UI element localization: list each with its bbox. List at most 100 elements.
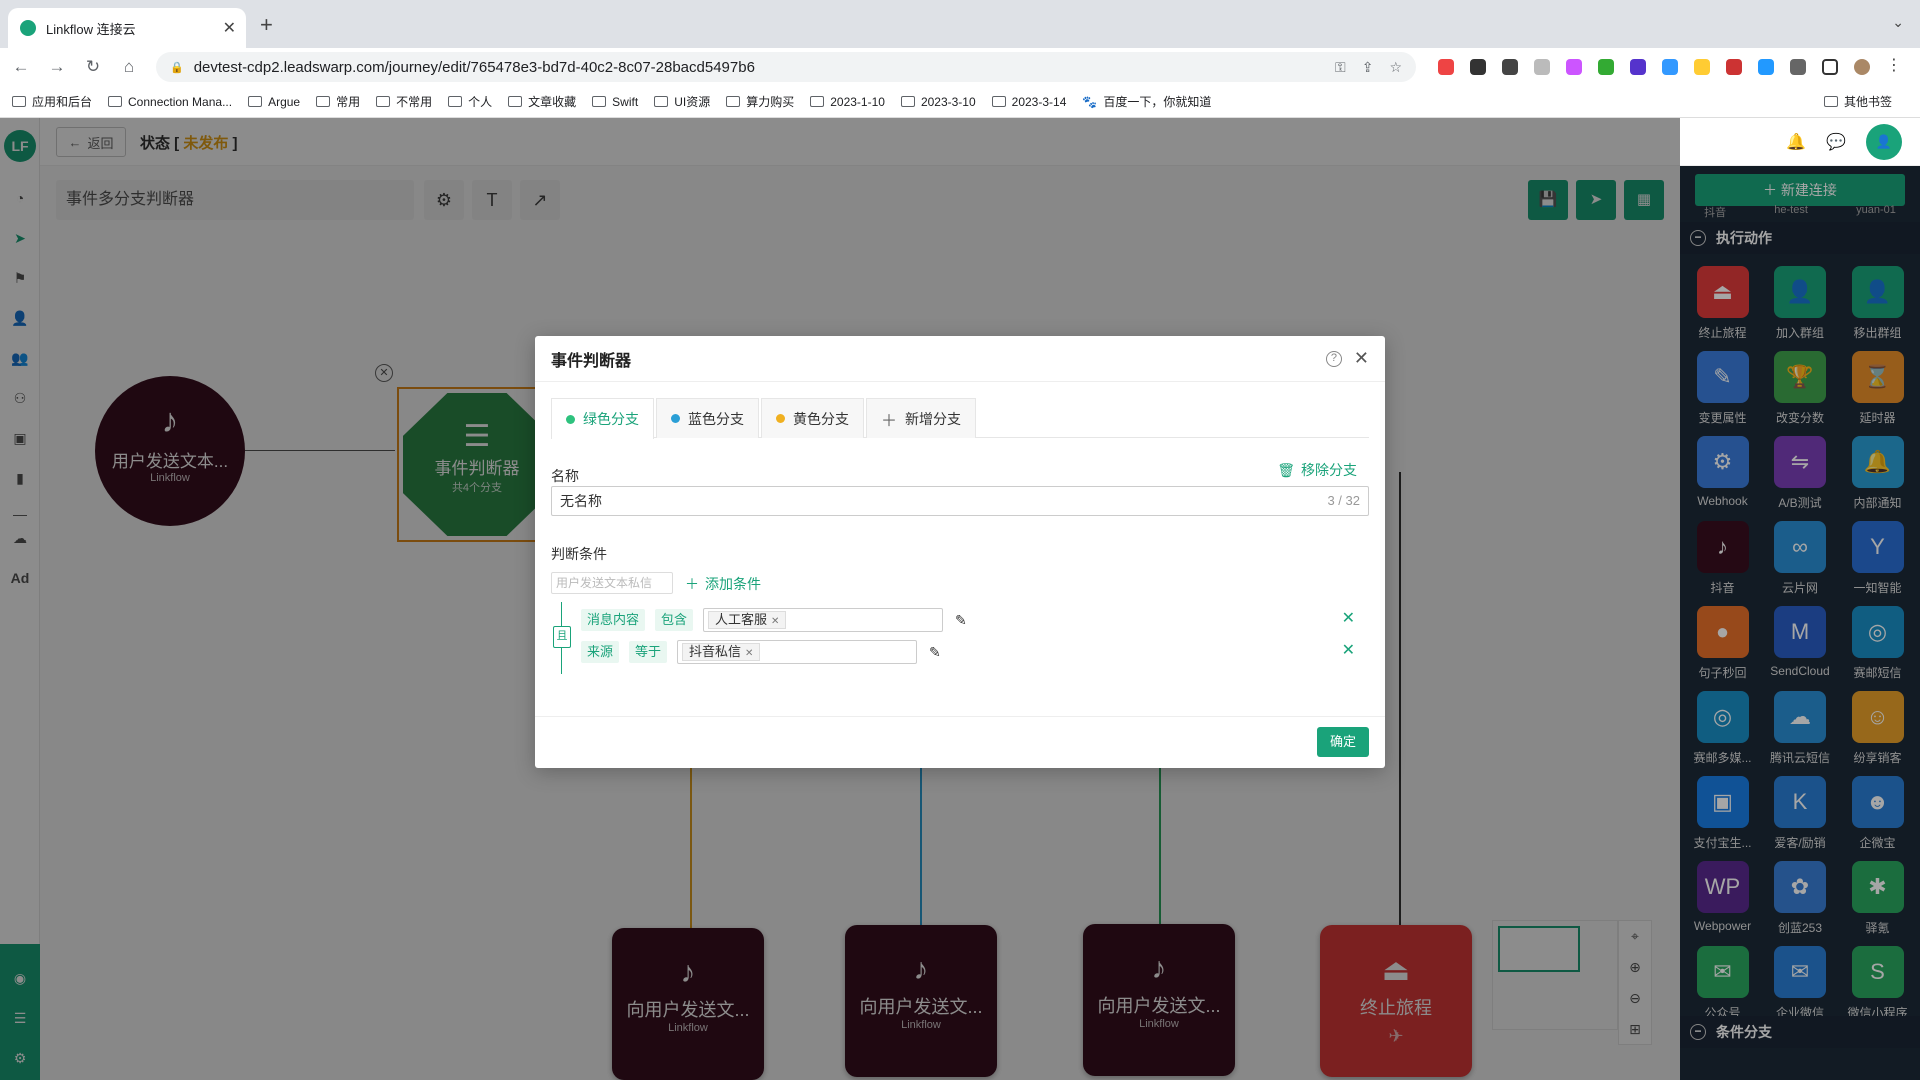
condition-field[interactable]: 来源 [581,641,620,663]
folder-icon [316,96,331,107]
tab-label: 黄色分支 [793,410,849,427]
green-dot-icon [566,414,575,424]
star-bookmark-icon[interactable]: ☆ [1389,59,1402,76]
condition-value-box[interactable]: 抖音私信 ✕ [677,640,918,664]
event-select[interactable]: 用户发送文本私信 [551,572,673,594]
bookmark-item[interactable]: 应用和后台 [12,93,92,110]
bookmark-label: 百度一下，你就知道 [1103,95,1212,109]
add-condition-button[interactable]: ＋ 添加条件 [685,574,761,594]
extension-icon[interactable] [1470,59,1486,75]
remove-tag-icon[interactable]: ✕ [745,648,753,659]
browser-tab[interactable]: Linkflow 连接云 ✕ [8,8,246,48]
extension-icon[interactable] [1502,59,1518,75]
trash-icon: 🗑 [1277,462,1295,478]
bookmark-item[interactable]: Connection Mana... [108,95,232,109]
help-icon[interactable]: ? [1325,350,1342,367]
puzzle-extensions-icon[interactable] [1790,59,1806,75]
bookmark-label: 其他书签 [1843,95,1892,109]
tab-add-branch[interactable]: ＋ 新增分支 [866,398,977,438]
close-icon[interactable]: ✕ [1354,348,1369,369]
extension-icon[interactable] [1566,59,1582,75]
branch-name-input[interactable]: 无名称 3 / 32 [551,486,1369,516]
extension-icon[interactable] [1438,59,1454,75]
condition-field[interactable]: 消息内容 [581,609,646,631]
url-text[interactable]: devtest-cdp2.leadswarp.com/journey/edit/… [194,59,1319,76]
url-omnibox[interactable]: 🔒 devtest-cdp2.leadswarp.com/journey/edi… [156,52,1416,82]
remove-tag-icon[interactable]: ✕ [771,616,779,627]
bookmark-label: 应用和后台 [32,95,93,109]
linkflow-favicon-icon [20,20,36,36]
back-arrow-icon[interactable]: ← [6,57,36,77]
plus-icon: ＋ [685,576,699,592]
folder-icon [376,96,391,107]
lock-icon[interactable]: 🔒 [170,61,184,74]
bookmark-item[interactable]: 🐾 百度一下，你就知道 [1082,93,1211,110]
bookmark-item[interactable]: 2023-3-10 [900,95,976,109]
condition-row: 消息内容 包含 人工客服 ✕ ✎ [581,608,967,632]
baidu-paw-icon: 🐾 [1082,94,1098,109]
bookmark-item[interactable]: UI资源 [654,93,710,110]
close-tab-icon[interactable]: ✕ [223,18,236,38]
bookmark-item[interactable]: 个人 [448,93,492,110]
forward-arrow-icon[interactable]: → [42,57,72,77]
condition-operator[interactable]: 包含 [655,609,694,631]
bookmark-item[interactable]: 2023-3-14 [991,95,1066,109]
tab-yellow-branch[interactable]: 黄色分支 [761,398,864,438]
key-icon[interactable]: ⚿ [1335,59,1346,76]
tab-label: 蓝色分支 [688,410,744,427]
folder-icon [592,96,607,107]
condition-operator[interactable]: 等于 [629,641,668,663]
extension-icon[interactable] [1758,59,1774,75]
bookmark-label: Swift [612,94,639,109]
reload-icon[interactable]: ↻ [78,57,108,77]
bookmark-item[interactable]: Argue [248,95,300,109]
event-judge-dialog: 事件判断器 ? ✕ 绿色分支 蓝色分支 黄色分支 ＋新增分支 名称 🗑 移除分支 … [535,336,1385,768]
extension-icon[interactable] [1694,59,1710,75]
bookmark-item[interactable]: 不常用 [376,93,432,110]
condition-value-box[interactable]: 人工客服 ✕ [703,608,944,632]
share-icon[interactable]: ⇪ [1362,59,1374,76]
bookmark-label: 个人 [468,95,493,109]
other-bookmarks[interactable]: 其他书签 [1823,93,1892,110]
condition-row: 来源 等于 抖音私信 ✕ ✎ [581,640,941,664]
bookmark-label: 2023-1-10 [830,94,885,109]
new-tab-icon[interactable]: + [260,12,273,38]
right-panel: ＋ 新建连接 抖音 he-test yuan-01 − 执行动作 ⏏ 终止旅程 👤 加入… [1680,166,1920,1080]
bookmark-item[interactable]: 2023-1-10 [810,95,885,109]
bell-icon[interactable]: 🔔 [1786,132,1806,152]
dialog-footer: 确定 [535,716,1385,768]
delete-condition-icon[interactable]: ✕ [1342,640,1355,660]
yellow-dot-icon [776,414,785,423]
tab-search-chevron-icon[interactable]: ⌄ [1892,14,1904,31]
condition-label: 判断条件 [551,546,607,562]
tab-blue-branch[interactable]: 蓝色分支 [656,398,759,438]
profile-avatar-icon[interactable] [1854,59,1870,75]
extension-icon[interactable] [1534,59,1550,75]
tab-green-branch[interactable]: 绿色分支 [551,398,654,439]
blue-dot-icon [671,414,680,423]
extension-icon[interactable] [1630,59,1646,75]
and-logic-toggle[interactable]: 且 [553,626,571,648]
confirm-button[interactable]: 确定 [1317,727,1369,757]
folder-icon [810,96,825,107]
home-icon[interactable]: ⌂ [114,57,144,77]
side-panel-icon[interactable] [1822,59,1838,75]
folder-icon [726,96,741,107]
kebab-menu-icon[interactable]: ⋮ [1886,58,1902,75]
bookmark-item[interactable]: 算力购买 [726,93,794,110]
folder-icon [448,96,463,107]
remove-branch-button[interactable]: 🗑 移除分支 [1277,460,1357,480]
extension-icon[interactable] [1726,59,1742,75]
delete-condition-icon[interactable]: ✕ [1342,608,1355,628]
extension-icon[interactable] [1598,59,1614,75]
bookmark-item[interactable]: Swift [592,95,638,109]
edit-pencil-icon[interactable]: ✎ [955,612,967,629]
name-value: 无名称 [560,493,602,509]
chat-icon[interactable]: 💬 [1826,132,1846,152]
bookmark-item[interactable]: 常用 [316,93,360,110]
extension-icon[interactable] [1662,59,1678,75]
bookmark-item[interactable]: 文章收藏 [508,93,576,110]
user-avatar-icon[interactable]: 👤 [1866,124,1902,160]
folder-icon [248,96,263,107]
edit-pencil-icon[interactable]: ✎ [929,644,941,661]
